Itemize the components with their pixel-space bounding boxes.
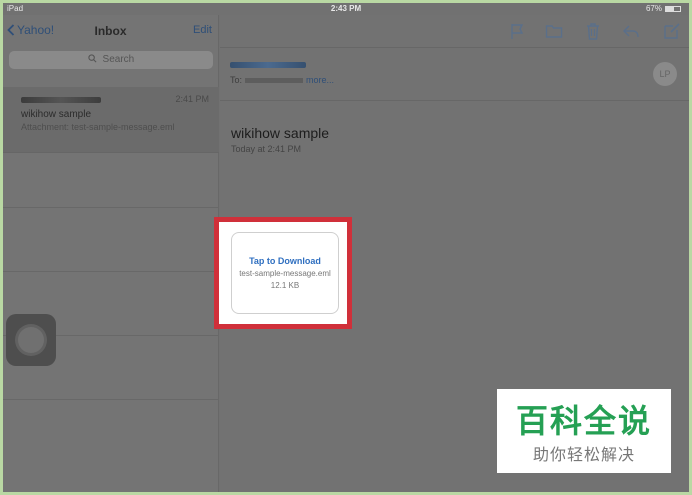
folder-icon[interactable] [545,22,563,40]
battery-percent: 67% [645,4,662,13]
battery-icon [665,5,681,12]
more-recipients-link[interactable]: more... [306,75,334,85]
status-bar: iPad 2:43 PM 67% [3,3,689,15]
reply-icon[interactable] [622,22,640,40]
list-divider [3,399,219,400]
avatar: LP [653,62,677,86]
message-preview: Attachment: test-sample-message.eml [21,122,175,132]
watermark-subtitle: 助你轻松解决 [532,447,635,464]
list-item[interactable]: 2:41 PM wikihow sample Attachment: test-… [3,87,219,153]
search-placeholder: Search [102,54,135,65]
flag-icon[interactable] [508,22,526,40]
to-label: To: [230,75,243,85]
watermark-logo: 百科全说 助你轻松解决 [497,389,671,473]
attachment-size: 12.1 KB [270,281,300,290]
edit-button[interactable]: Edit [193,24,212,36]
battery-indicator: 67% [646,4,681,13]
mailbox-title: Inbox [94,24,127,38]
tap-to-download-label: Tap to Download [249,256,321,266]
attachment-download-button[interactable]: Tap to Download test-sample-message.eml … [231,232,339,314]
list-divider [3,271,219,272]
message-toolbar [220,15,689,47]
attachment-filename: test-sample-message.eml [239,269,331,278]
trash-icon[interactable] [584,22,602,40]
message-header: To: more... LP [220,47,689,101]
attachment-highlight-box: Tap to Download test-sample-message.eml … [214,217,352,329]
status-time: 2:43 PM [330,4,362,13]
compose-icon[interactable] [663,22,681,40]
message-date: Today at 2:41 PM [231,144,302,154]
sender-name-redacted [21,97,101,103]
recipient-line: To: more... [230,75,334,85]
mailbox-panel: Yahoo! Inbox Edit Search 2:41 PM wikihow… [3,15,219,492]
search-input[interactable]: Search [9,51,213,69]
message-subject-heading: wikihow sample [231,125,330,141]
message-time: 2:41 PM [175,94,209,104]
assistive-touch-button[interactable] [6,314,56,366]
recipient-redacted [245,78,304,84]
search-icon [88,54,97,63]
sender-name-redacted[interactable] [230,62,306,68]
message-subject: wikihow sample [21,109,92,120]
screenshot-frame: iPad 2:43 PM 67% Yahoo! Inbox Edit Searc… [0,0,692,495]
watermark-title: 百科全说 [515,403,652,439]
list-divider [3,207,219,208]
mailbox-nav-bar: Yahoo! Inbox Edit [3,15,218,47]
